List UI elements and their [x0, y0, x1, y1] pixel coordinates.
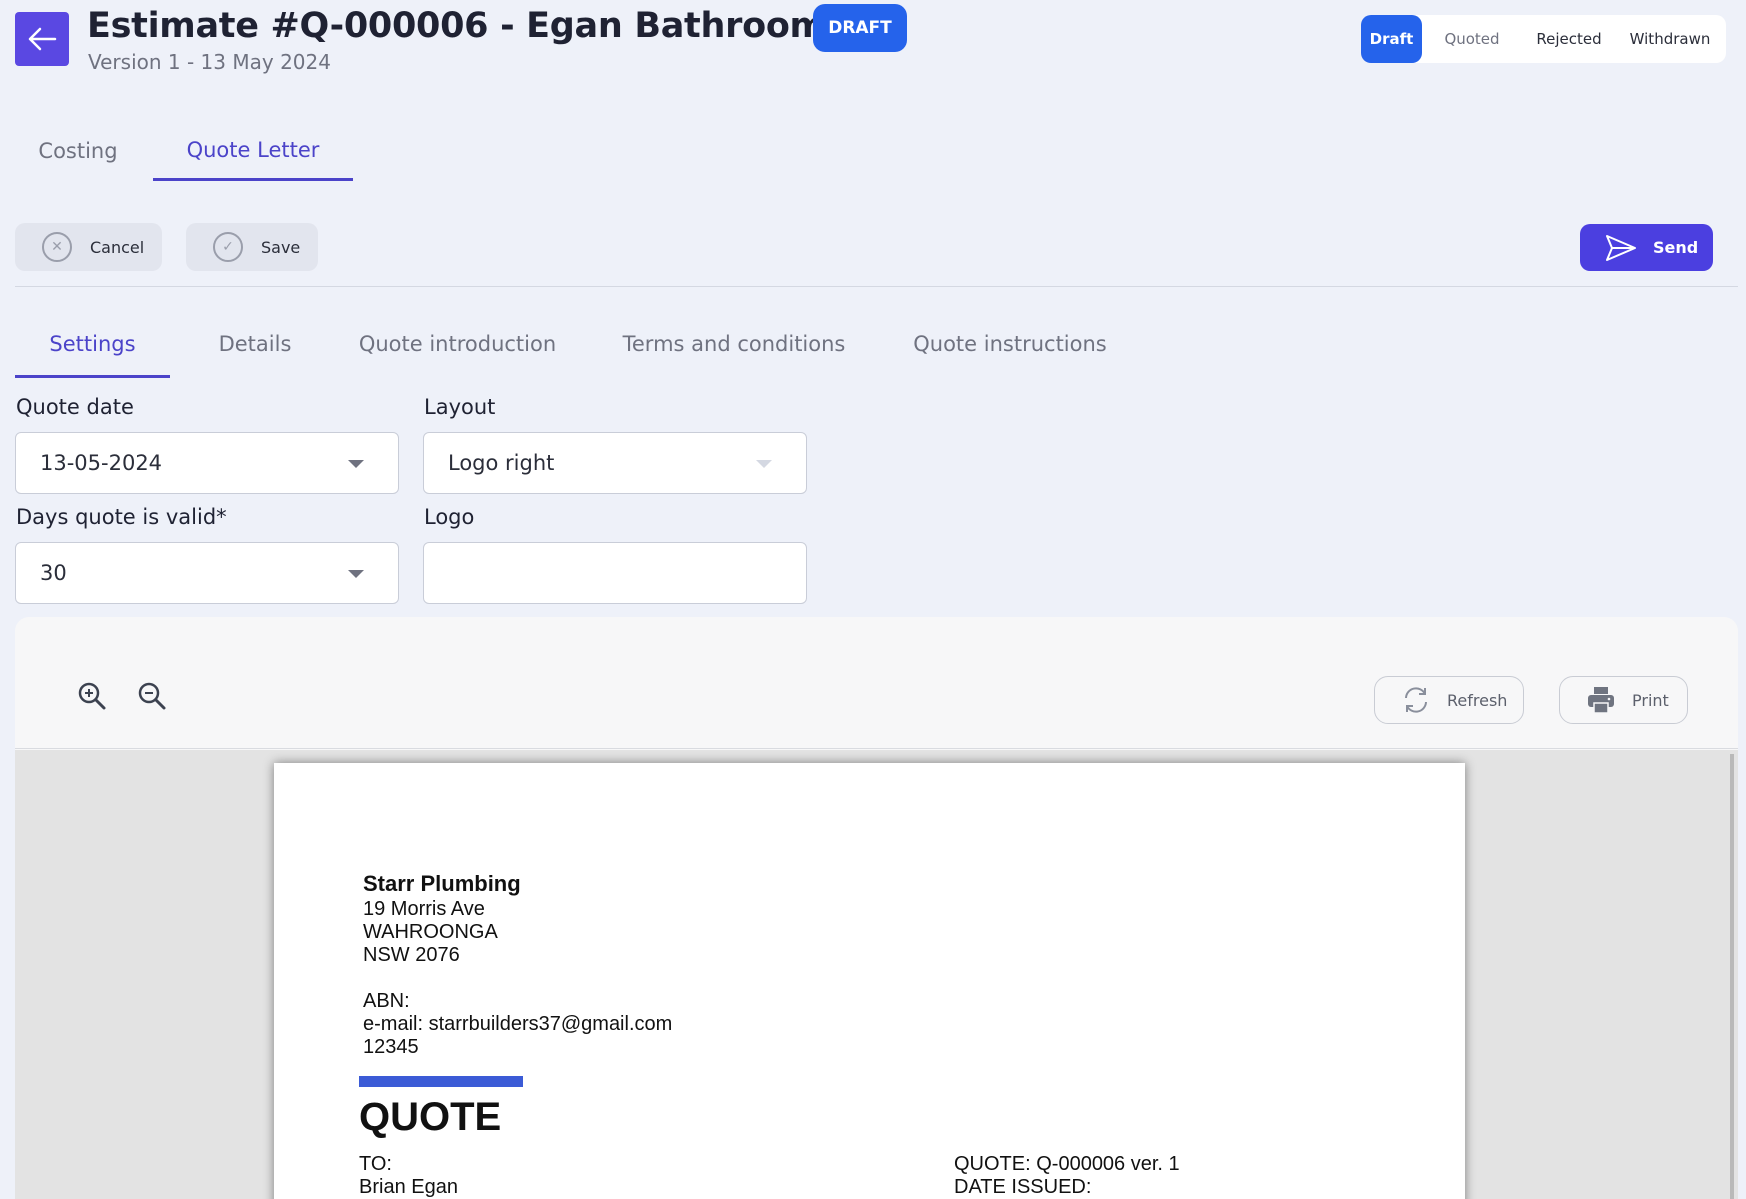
zoom-in-icon[interactable] — [77, 681, 107, 711]
zoom-out-icon[interactable] — [137, 681, 167, 711]
arrow-left-icon — [28, 27, 57, 51]
company-address-line: WAHROONGA — [363, 921, 498, 943]
document-viewer[interactable]: Starr Plumbing 19 Morris Ave WAHROONGA N… — [15, 750, 1738, 1199]
company-name: Starr Plumbing — [363, 871, 521, 896]
company-phone: 12345 — [363, 1036, 419, 1058]
date-issued-label: DATE ISSUED: — [954, 1176, 1092, 1198]
quote-reference: QUOTE: Q-000006 ver. 1 — [954, 1153, 1180, 1175]
tab-terms-and-conditions[interactable]: Terms and conditions — [605, 313, 863, 375]
layout-label: Layout — [424, 395, 496, 419]
quote-document-page: Starr Plumbing 19 Morris Ave WAHROONGA N… — [274, 763, 1465, 1199]
save-button[interactable]: ✓ Save — [186, 223, 318, 271]
printer-icon — [1588, 687, 1614, 714]
company-email: e-mail: starrbuilders37@gmail.com — [363, 1013, 673, 1035]
quote-preview-panel: Refresh Print Starr Plumbing 19 Morris A… — [15, 617, 1738, 1199]
tab-quote-instructions[interactable]: Quote instructions — [899, 313, 1121, 375]
print-label: Print — [1632, 690, 1669, 710]
status-quoted-button[interactable]: Quoted — [1422, 15, 1522, 63]
status-badge: DRAFT — [813, 4, 907, 52]
divider — [15, 286, 1738, 287]
status-withdrawn-button[interactable]: Withdrawn — [1616, 15, 1724, 63]
status-rejected-button[interactable]: Rejected — [1522, 15, 1616, 63]
accent-bar — [359, 1076, 523, 1087]
chevron-down-icon — [348, 460, 364, 468]
layout-value: Logo right — [448, 451, 555, 475]
print-button[interactable]: Print — [1559, 676, 1688, 724]
save-label: Save — [261, 237, 301, 257]
back-button[interactable] — [15, 12, 69, 66]
quote-date-select[interactable]: 13-05-2024 — [15, 432, 399, 494]
refresh-label: Refresh — [1447, 690, 1508, 710]
check-circle-icon: ✓ — [213, 232, 243, 262]
close-circle-icon: ✕ — [42, 232, 72, 262]
chevron-down-icon — [756, 460, 772, 468]
page-title: Estimate #Q-000006 - Egan Bathroom — [87, 6, 826, 46]
refresh-button[interactable]: Refresh — [1374, 676, 1524, 724]
company-abn: ABN: — [363, 990, 410, 1012]
refresh-icon — [1405, 687, 1427, 713]
preview-toolbar: Refresh Print — [15, 617, 1738, 749]
logo-label: Logo — [424, 505, 475, 529]
send-icon — [1606, 234, 1636, 261]
logo-field[interactable] — [423, 542, 807, 604]
client-name: Brian Egan — [359, 1176, 458, 1198]
quote-date-value: 13-05-2024 — [40, 451, 163, 475]
status-toggle-group: Draft Quoted Rejected Withdrawn — [1361, 15, 1726, 63]
days-valid-value: 30 — [40, 561, 67, 585]
tab-quote-letter[interactable]: Quote Letter — [153, 122, 353, 181]
cancel-button[interactable]: ✕ Cancel — [15, 223, 162, 271]
send-button[interactable]: Send — [1580, 224, 1713, 271]
tab-costing[interactable]: Costing — [15, 122, 141, 180]
quote-heading: QUOTE — [359, 1095, 502, 1139]
company-address-line: 19 Morris Ave — [363, 898, 485, 920]
tab-details[interactable]: Details — [205, 313, 305, 375]
send-label: Send — [1653, 238, 1699, 257]
chevron-down-icon — [348, 570, 364, 578]
tab-quote-introduction[interactable]: Quote introduction — [345, 313, 570, 375]
days-valid-select[interactable]: 30 — [15, 542, 399, 604]
to-label: TO: — [359, 1153, 392, 1175]
company-address-line: NSW 2076 — [363, 944, 460, 966]
version-subtitle: Version 1 - 13 May 2024 — [88, 50, 331, 74]
cancel-label: Cancel — [90, 237, 145, 257]
document-scrollbar[interactable] — [1730, 754, 1734, 1199]
quote-date-label: Quote date — [16, 395, 134, 419]
days-valid-label: Days quote is valid* — [16, 505, 227, 529]
settings-tabs: Settings Details Quote introduction Term… — [15, 313, 1115, 379]
status-draft-button[interactable]: Draft — [1361, 15, 1422, 63]
tab-settings[interactable]: Settings — [15, 313, 170, 378]
layout-select[interactable]: Logo right — [423, 432, 807, 494]
